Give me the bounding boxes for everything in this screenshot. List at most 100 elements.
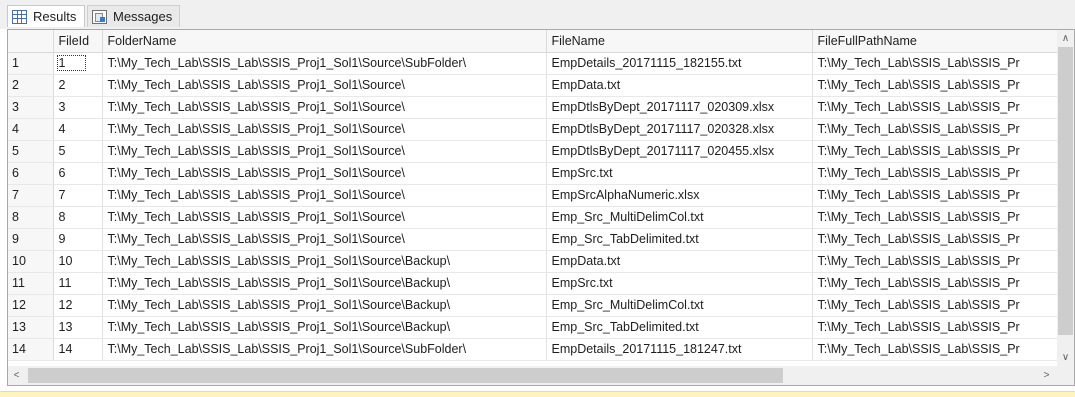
foldername-cell[interactable]: T:\My_Tech_Lab\SSIS_Lab\SSIS_Proj1_Sol1\… — [102, 250, 547, 273]
row-number-cell[interactable]: 14 — [8, 338, 54, 361]
filename-cell[interactable]: EmpData.txt — [546, 74, 813, 97]
row-number-cell[interactable]: 6 — [8, 162, 54, 185]
column-header-foldername[interactable]: FolderName — [102, 30, 547, 53]
foldername-cell[interactable]: T:\My_Tech_Lab\SSIS_Lab\SSIS_Proj1_Sol1\… — [102, 118, 547, 141]
table-row[interactable]: 9 9 T:\My_Tech_Lab\SSIS_Lab\SSIS_Proj1_Sol… — [8, 228, 1058, 251]
table-row[interactable]: 8 8 T:\My_Tech_Lab\SSIS_Lab\SSIS_Proj1_Sol… — [8, 206, 1058, 229]
chevron-down-icon[interactable]: ∨ — [1057, 349, 1074, 366]
filefullpathname-cell[interactable]: T:\My_Tech_Lab\SSIS_Lab\SSIS_Pr — [812, 140, 1058, 163]
fileid-cell[interactable]: 1 — [53, 52, 103, 75]
fileid-cell[interactable]: 13 — [53, 316, 103, 339]
filename-cell[interactable]: EmpSrc.txt — [546, 162, 813, 185]
row-number-cell[interactable]: 7 — [8, 184, 54, 207]
table-row[interactable]: 10 10 T:\My_Tech_Lab\SSIS_Lab\SSIS_Proj1_S… — [8, 250, 1058, 273]
table-row[interactable]: 13 13 T:\My_Tech_Lab\SSIS_Lab\SSIS_Proj1_S… — [8, 316, 1058, 339]
filename-cell[interactable]: Emp_Src_TabDelimited.txt — [546, 316, 813, 339]
filefullpathname-cell[interactable]: T:\My_Tech_Lab\SSIS_Lab\SSIS_Pr — [812, 96, 1058, 119]
foldername-cell[interactable]: T:\My_Tech_Lab\SSIS_Lab\SSIS_Proj1_Sol1\… — [102, 294, 547, 317]
row-number-header[interactable] — [8, 30, 54, 53]
filename-cell[interactable]: EmpDetails_20171115_181247.txt — [546, 338, 813, 361]
chevron-left-icon[interactable]: < — [8, 366, 25, 385]
horizontal-scroll-thumb[interactable] — [28, 368, 783, 383]
vertical-scrollbar[interactable]: ∧ ∨ — [1057, 30, 1074, 366]
filefullpathname-cell[interactable]: T:\My_Tech_Lab\SSIS_Lab\SSIS_Pr — [812, 250, 1058, 273]
fileid-cell[interactable]: 9 — [53, 228, 103, 251]
filefullpathname-cell[interactable]: T:\My_Tech_Lab\SSIS_Lab\SSIS_Pr — [812, 294, 1058, 317]
chevron-up-icon[interactable]: ∧ — [1057, 30, 1074, 47]
chevron-right-icon[interactable]: > — [1038, 366, 1055, 385]
filename-cell[interactable]: EmpDtlsByDept_20171117_020309.xlsx — [546, 96, 813, 119]
table-row[interactable]: 3 3 T:\My_Tech_Lab\SSIS_Lab\SSIS_Proj1_Sol… — [8, 96, 1058, 119]
filefullpathname-cell[interactable]: T:\My_Tech_Lab\SSIS_Lab\SSIS_Pr — [812, 228, 1058, 251]
table-row[interactable]: 12 12 T:\My_Tech_Lab\SSIS_Lab\SSIS_Proj1_S… — [8, 294, 1058, 317]
filefullpathname-cell[interactable]: T:\My_Tech_Lab\SSIS_Lab\SSIS_Pr — [812, 74, 1058, 97]
row-number-cell[interactable]: 4 — [8, 118, 54, 141]
table-row[interactable]: 6 6 T:\My_Tech_Lab\SSIS_Lab\SSIS_Proj1_Sol… — [8, 162, 1058, 185]
foldername-cell[interactable]: T:\My_Tech_Lab\SSIS_Lab\SSIS_Proj1_Sol1\… — [102, 206, 547, 229]
foldername-cell[interactable]: T:\My_Tech_Lab\SSIS_Lab\SSIS_Proj1_Sol1\… — [102, 52, 547, 75]
fileid-cell[interactable]: 10 — [53, 250, 103, 273]
filefullpathname-cell[interactable]: T:\My_Tech_Lab\SSIS_Lab\SSIS_Pr — [812, 316, 1058, 339]
filename-cell[interactable]: EmpSrc.txt — [546, 272, 813, 295]
row-number-cell[interactable]: 5 — [8, 140, 54, 163]
filefullpathname-cell[interactable]: T:\My_Tech_Lab\SSIS_Lab\SSIS_Pr — [812, 206, 1058, 229]
foldername-cell[interactable]: T:\My_Tech_Lab\SSIS_Lab\SSIS_Proj1_Sol1\… — [102, 96, 547, 119]
row-number-cell[interactable]: 3 — [8, 96, 54, 119]
foldername-cell[interactable]: T:\My_Tech_Lab\SSIS_Lab\SSIS_Proj1_Sol1\… — [102, 338, 547, 361]
column-header-filename[interactable]: FileName — [546, 30, 813, 53]
fileid-cell[interactable]: 5 — [53, 140, 103, 163]
filefullpathname-cell[interactable]: T:\My_Tech_Lab\SSIS_Lab\SSIS_Pr — [812, 338, 1058, 361]
filefullpathname-cell[interactable]: T:\My_Tech_Lab\SSIS_Lab\SSIS_Pr — [812, 162, 1058, 185]
row-number-cell[interactable]: 8 — [8, 206, 54, 229]
row-number-cell[interactable]: 10 — [8, 250, 54, 273]
filename-cell[interactable]: EmpSrcAlphaNumeric.xlsx — [546, 184, 813, 207]
foldername-cell[interactable]: T:\My_Tech_Lab\SSIS_Lab\SSIS_Proj1_Sol1\… — [102, 74, 547, 97]
results-grid[interactable]: FileId FolderName FileName FileFullPathN… — [7, 29, 1075, 386]
row-number-cell[interactable]: 1 — [8, 52, 54, 75]
table-row[interactable]: 2 2 T:\My_Tech_Lab\SSIS_Lab\SSIS_Proj1_Sol… — [8, 74, 1058, 97]
filefullpathname-cell[interactable]: T:\My_Tech_Lab\SSIS_Lab\SSIS_Pr — [812, 52, 1058, 75]
table-row[interactable]: 4 4 T:\My_Tech_Lab\SSIS_Lab\SSIS_Proj1_Sol… — [8, 118, 1058, 141]
filefullpathname-cell[interactable]: T:\My_Tech_Lab\SSIS_Lab\SSIS_Pr — [812, 272, 1058, 295]
tab-messages[interactable]: Messages — [87, 5, 180, 27]
table-row[interactable]: 14 14 T:\My_Tech_Lab\SSIS_Lab\SSIS_Proj1_S… — [8, 338, 1058, 361]
filename-cell[interactable]: EmpDtlsByDept_20171117_020328.xlsx — [546, 118, 813, 141]
table-row[interactable]: 11 11 T:\My_Tech_Lab\SSIS_Lab\SSIS_Proj1_S… — [8, 272, 1058, 295]
row-number-cell[interactable]: 9 — [8, 228, 54, 251]
row-number-cell[interactable]: 13 — [8, 316, 54, 339]
foldername-cell[interactable]: T:\My_Tech_Lab\SSIS_Lab\SSIS_Proj1_Sol1\… — [102, 272, 547, 295]
row-number-cell[interactable]: 11 — [8, 272, 54, 295]
vertical-scroll-thumb[interactable] — [1058, 47, 1073, 335]
tab-results[interactable]: Results — [7, 5, 85, 27]
fileid-cell[interactable]: 12 — [53, 294, 103, 317]
foldername-cell[interactable]: T:\My_Tech_Lab\SSIS_Lab\SSIS_Proj1_Sol1\… — [102, 140, 547, 163]
filename-cell[interactable]: EmpDtlsByDept_20171117_020455.xlsx — [546, 140, 813, 163]
table-row[interactable]: 5 5 T:\My_Tech_Lab\SSIS_Lab\SSIS_Proj1_Sol… — [8, 140, 1058, 163]
row-number-cell[interactable]: 2 — [8, 74, 54, 97]
filename-cell[interactable]: Emp_Src_TabDelimited.txt — [546, 228, 813, 251]
fileid-cell[interactable]: 4 — [53, 118, 103, 141]
foldername-cell[interactable]: T:\My_Tech_Lab\SSIS_Lab\SSIS_Proj1_Sol1\… — [102, 316, 547, 339]
fileid-cell[interactable]: 7 — [53, 184, 103, 207]
table-row[interactable]: 7 7 T:\My_Tech_Lab\SSIS_Lab\SSIS_Proj1_Sol… — [8, 184, 1058, 207]
foldername-cell[interactable]: T:\My_Tech_Lab\SSIS_Lab\SSIS_Proj1_Sol1\… — [102, 228, 547, 251]
foldername-cell[interactable]: T:\My_Tech_Lab\SSIS_Lab\SSIS_Proj1_Sol1\… — [102, 162, 547, 185]
filename-cell[interactable]: EmpDetails_20171115_182155.txt — [546, 52, 813, 75]
column-header-filefullpathname[interactable]: FileFullPathName — [812, 30, 1058, 53]
fileid-cell[interactable]: 6 — [53, 162, 103, 185]
table-row[interactable]: 1 1 T:\My_Tech_Lab\SSIS_Lab\SSIS_Proj1_Sol… — [8, 52, 1058, 75]
fileid-cell[interactable]: 11 — [53, 272, 103, 295]
fileid-cell[interactable]: 2 — [53, 74, 103, 97]
row-number-cell[interactable]: 12 — [8, 294, 54, 317]
fileid-cell[interactable]: 8 — [53, 206, 103, 229]
filename-cell[interactable]: Emp_Src_MultiDelimCol.txt — [546, 206, 813, 229]
filename-cell[interactable]: Emp_Src_MultiDelimCol.txt — [546, 294, 813, 317]
fileid-cell[interactable]: 3 — [53, 96, 103, 119]
fileid-cell[interactable]: 14 — [53, 338, 103, 361]
foldername-cell[interactable]: T:\My_Tech_Lab\SSIS_Lab\SSIS_Proj1_Sol1\… — [102, 184, 547, 207]
filefullpathname-cell[interactable]: T:\My_Tech_Lab\SSIS_Lab\SSIS_Pr — [812, 118, 1058, 141]
horizontal-scrollbar[interactable]: < > — [8, 366, 1057, 385]
column-header-fileid[interactable]: FileId — [53, 30, 103, 53]
filename-cell[interactable]: EmpData.txt — [546, 250, 813, 273]
filefullpathname-cell[interactable]: T:\My_Tech_Lab\SSIS_Lab\SSIS_Pr — [812, 184, 1058, 207]
